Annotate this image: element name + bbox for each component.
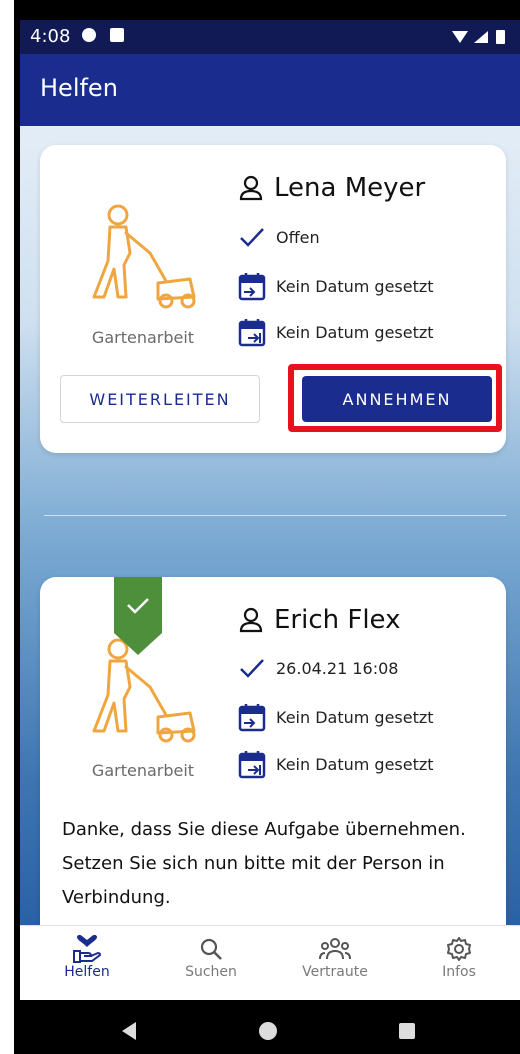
divider — [44, 515, 506, 516]
date-end-row: Kein Datum gesetzt — [238, 749, 434, 779]
calendar-end-icon — [238, 319, 266, 347]
bottom-navigation: Helfen Suchen Vertraute Infos — [20, 925, 520, 1000]
check-icon — [240, 228, 264, 247]
nav-item-helfen[interactable]: Helfen — [42, 934, 132, 980]
date-start-text: Kein Datum gesetzt — [276, 707, 434, 727]
status-row: 26.04.21 16:08 — [238, 657, 398, 679]
date-end-text: Kein Datum gesetzt — [276, 754, 434, 774]
home-icon[interactable] — [257, 1020, 279, 1042]
person-name-row: Erich Flex — [238, 605, 400, 635]
status-row: Offen — [238, 226, 320, 248]
app-bar: Helfen — [20, 54, 520, 126]
status-time: 4:08 — [30, 26, 71, 47]
date-end-row: Kein Datum gesetzt — [238, 317, 434, 347]
accept-button[interactable]: ANNEHMEN — [302, 376, 492, 422]
nav-item-vertraute[interactable]: Vertraute — [290, 934, 380, 980]
category-label: Gartenarbeit — [91, 761, 195, 780]
nav-label-infos: Infos — [442, 964, 476, 980]
date-start-row: Kein Datum gesetzt — [238, 271, 434, 301]
back-icon[interactable] — [118, 1020, 140, 1042]
forward-button[interactable]: WEITERLEITEN — [60, 375, 260, 423]
person-icon — [239, 607, 263, 633]
lawnmower-person-icon — [92, 204, 196, 309]
gear-icon — [447, 937, 471, 961]
status-text: Offen — [276, 227, 320, 247]
helping-hand-heart-icon — [73, 935, 102, 963]
task-card: Gartenarbeit Erich Flex 26.04.21 16:08 K… — [40, 577, 506, 937]
search-icon — [200, 938, 222, 960]
calendar-start-icon — [238, 273, 266, 301]
app-screen: 4:08 Helfen Gartenarbeit Lena Meyer Offe… — [20, 20, 520, 1000]
category-label: Gartenarbeit — [91, 328, 195, 347]
notification-icon — [82, 28, 96, 42]
task-card: Gartenarbeit Lena Meyer Offen Kein Datum… — [40, 145, 506, 453]
status-text: 26.04.21 16:08 — [276, 658, 399, 678]
person-icon — [239, 175, 263, 201]
date-start-row: Kein Datum gesetzt — [238, 702, 434, 732]
accepted-check-badge — [114, 577, 162, 655]
calendar-end-icon — [238, 751, 266, 779]
person-name: Lena Meyer — [274, 173, 426, 203]
nav-item-suchen[interactable]: Suchen — [166, 934, 256, 980]
sd-card-icon — [110, 28, 124, 42]
person-name: Erich Flex — [274, 605, 401, 635]
nav-label-suchen: Suchen — [185, 964, 237, 980]
date-start-text: Kein Datum gesetzt — [276, 276, 434, 296]
person-name-row: Lena Meyer — [238, 173, 425, 203]
page-title: Helfen — [40, 74, 118, 102]
nav-label-helfen: Helfen — [64, 964, 110, 980]
signal-battery-icon — [452, 30, 505, 44]
date-end-text: Kein Datum gesetzt — [276, 322, 434, 342]
phone-frame: 4:08 Helfen Gartenarbeit Lena Meyer Offe… — [14, 0, 520, 1054]
calendar-start-icon — [238, 704, 266, 732]
nav-label-vertraute: Vertraute — [302, 964, 368, 980]
recents-icon[interactable] — [396, 1020, 418, 1042]
group-icon — [319, 938, 351, 960]
check-icon — [240, 659, 264, 678]
confirmation-message: Danke, dass Sie diese Aufgabe übernehmen… — [62, 819, 466, 908]
nav-item-infos[interactable]: Infos — [414, 934, 504, 980]
system-navigation-bar — [14, 1000, 520, 1054]
status-bar: 4:08 — [20, 20, 520, 54]
